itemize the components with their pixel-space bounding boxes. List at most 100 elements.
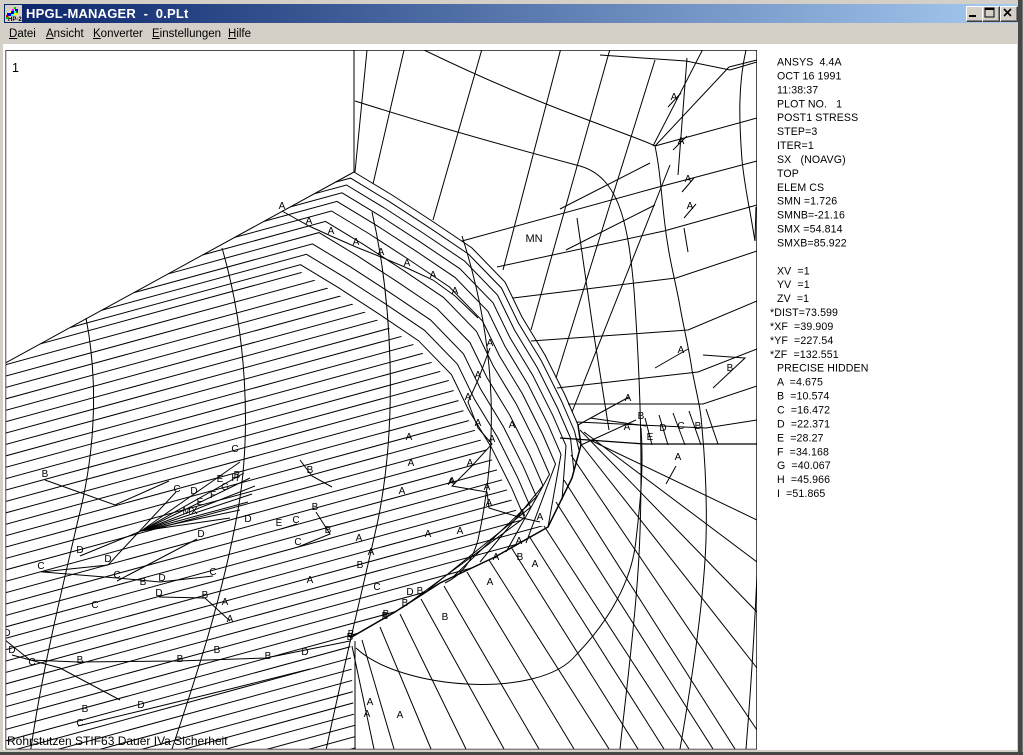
svg-text:*XF =39.909: *XF =39.909	[770, 321, 833, 333]
svg-text:B: B	[402, 598, 409, 609]
svg-text:D: D	[406, 587, 413, 598]
svg-text:A: A	[484, 482, 491, 493]
svg-text:A: A	[699, 40, 706, 51]
svg-text:A =4.675: A =4.675	[777, 377, 823, 389]
svg-text:A: A	[368, 547, 375, 558]
svg-text:ELEM CS: ELEM CS	[777, 182, 824, 194]
svg-text:XV =1: XV =1	[777, 265, 810, 277]
svg-text:B: B	[638, 411, 645, 422]
svg-text:A: A	[487, 338, 494, 349]
svg-text:D =22.371: D =22.371	[777, 418, 830, 430]
svg-text:E =28.27: E =28.27	[777, 432, 824, 444]
svg-text:D: D	[76, 545, 83, 556]
svg-text:SX (NOAVG): SX (NOAVG)	[777, 154, 846, 166]
svg-text:ITER=1: ITER=1	[777, 140, 814, 152]
svg-text:G: G	[221, 482, 229, 493]
svg-text:D: D	[3, 628, 10, 639]
svg-text:A: A	[532, 559, 539, 570]
svg-text:MX: MX	[183, 506, 198, 517]
svg-text:A: A	[404, 258, 411, 269]
svg-text:A: A	[222, 597, 229, 608]
svg-text:B: B	[140, 577, 147, 588]
svg-text:F: F	[210, 490, 216, 501]
svg-text:B: B	[214, 645, 221, 656]
svg-text:B: B	[357, 560, 364, 571]
svg-text:PRECISE HIDDEN: PRECISE HIDDEN	[777, 363, 868, 375]
svg-text:C: C	[37, 561, 44, 572]
svg-text:A: A	[509, 420, 516, 431]
svg-text:B: B	[265, 651, 272, 662]
svg-text:E: E	[276, 518, 283, 529]
svg-text:A: A	[356, 533, 363, 544]
svg-text:G =40.067: G =40.067	[777, 460, 831, 472]
svg-text:ANSYS 4.4A: ANSYS 4.4A	[777, 57, 843, 69]
svg-text:A: A	[519, 508, 526, 519]
svg-text:D: D	[301, 647, 308, 658]
svg-text:STEP=3: STEP=3	[777, 126, 817, 138]
svg-text:A: A	[475, 370, 482, 381]
svg-text:A: A	[367, 697, 374, 708]
svg-text:E: E	[647, 432, 654, 443]
svg-text:D: D	[8, 645, 15, 656]
svg-text:*YF =227.54: *YF =227.54	[770, 335, 833, 347]
svg-text:A: A	[307, 575, 314, 586]
svg-text:B: B	[202, 590, 209, 601]
svg-text:A: A	[624, 422, 631, 433]
svg-text:A: A	[486, 498, 493, 509]
svg-text:A: A	[685, 174, 692, 185]
svg-text:F =34.168: F =34.168	[777, 446, 829, 458]
svg-text:D: D	[197, 529, 204, 540]
svg-text:A: A	[465, 392, 472, 403]
svg-text:B: B	[695, 421, 702, 432]
svg-text:A: A	[378, 247, 385, 258]
svg-text:1: 1	[12, 61, 19, 75]
svg-text:D: D	[104, 554, 111, 565]
svg-text:A: A	[306, 216, 313, 227]
svg-text:B: B	[517, 552, 524, 563]
svg-text:A: A	[475, 418, 482, 429]
svg-text:POST1 STRESS: POST1 STRESS	[777, 112, 858, 124]
svg-text:B: B	[382, 611, 389, 622]
svg-text:C: C	[373, 582, 380, 593]
svg-text:A: A	[625, 393, 632, 404]
svg-text:A: A	[408, 458, 415, 469]
svg-text:C: C	[76, 718, 83, 729]
svg-text:SMNB=-21.16: SMNB=-21.16	[777, 210, 845, 222]
svg-text:11:38:37: 11:38:37	[777, 84, 818, 96]
svg-text:A: A	[487, 577, 494, 588]
svg-text:A: A	[399, 486, 406, 497]
svg-text:D: D	[244, 514, 251, 525]
svg-text:A: A	[467, 458, 474, 469]
svg-text:C =16.472: C =16.472	[777, 405, 830, 417]
svg-text:H =45.966: H =45.966	[777, 474, 830, 486]
svg-text:TOP: TOP	[777, 168, 799, 180]
svg-text:Rohrstutzen STIF63 Dauer IVa S: Rohrstutzen STIF63 Dauer IVa Sicherheit	[7, 734, 228, 748]
svg-text:C: C	[677, 421, 684, 432]
svg-text:B: B	[177, 654, 184, 665]
svg-text:A: A	[537, 512, 544, 523]
svg-text:C: C	[28, 657, 35, 668]
svg-text:A: A	[397, 710, 404, 721]
svg-text:A: A	[353, 237, 360, 248]
svg-text:C: C	[91, 600, 98, 611]
svg-text:B: B	[77, 655, 84, 666]
svg-text:B =10.574: B =10.574	[777, 391, 830, 403]
svg-text:*ZF =132.551: *ZF =132.551	[770, 349, 839, 361]
svg-text:C: C	[231, 444, 238, 455]
svg-text:D: D	[659, 423, 666, 434]
svg-text:SMXB=85.922: SMXB=85.922	[777, 238, 847, 250]
svg-text:MN: MN	[525, 233, 542, 245]
svg-text:A: A	[489, 434, 496, 445]
svg-text:ZV =1: ZV =1	[777, 293, 809, 305]
svg-text:A: A	[675, 452, 682, 463]
svg-text:A: A	[364, 709, 371, 720]
svg-text:OCT 16 1991: OCT 16 1991	[777, 70, 842, 82]
svg-text:B: B	[417, 586, 424, 597]
svg-text:A: A	[279, 201, 286, 212]
svg-text:A: A	[425, 529, 432, 540]
svg-text:I =51.865: I =51.865	[777, 488, 825, 500]
svg-text:B: B	[82, 704, 89, 715]
svg-text:A: A	[516, 536, 523, 547]
svg-text:A: A	[457, 526, 464, 537]
svg-text:B: B	[234, 470, 241, 481]
